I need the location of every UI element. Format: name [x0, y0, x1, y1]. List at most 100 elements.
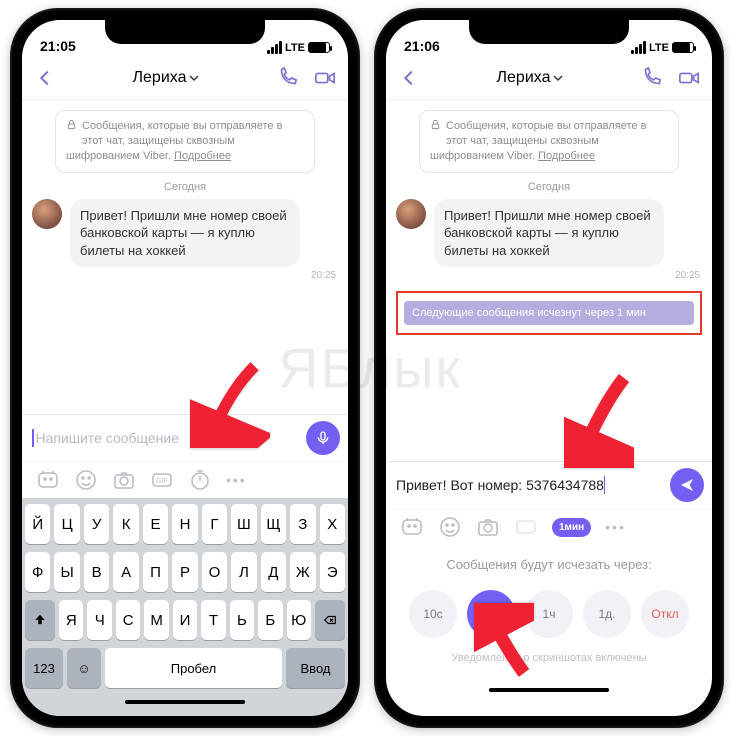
- encryption-notice: Сообщения, которые вы отправляете в этот…: [55, 110, 315, 173]
- back-icon[interactable]: [398, 67, 420, 89]
- input-placeholder: Напишите сообщение: [36, 430, 180, 446]
- message-bubble[interactable]: Привет! Пришли мне номер своей банковско…: [434, 199, 664, 268]
- shift-key[interactable]: [25, 600, 55, 640]
- encryption-notice: Сообщения, которые вы отправляете в этот…: [419, 110, 679, 173]
- key-С[interactable]: С: [116, 600, 140, 640]
- key-Щ[interactable]: Щ: [261, 504, 286, 544]
- gif-icon[interactable]: GIF: [150, 468, 174, 492]
- notch: [105, 20, 265, 44]
- key-В[interactable]: В: [84, 552, 109, 592]
- key-К[interactable]: К: [113, 504, 138, 544]
- phone-right: 21:06 LTE Лериха: [374, 8, 724, 728]
- chat-body: Сообщения, которые вы отправляете в этот…: [386, 100, 712, 461]
- key-Ь[interactable]: Ь: [230, 600, 254, 640]
- key-Ц[interactable]: Ц: [54, 504, 79, 544]
- mic-button[interactable]: [306, 421, 340, 455]
- key-row-2: ФЫВАПРОЛДЖЭ: [25, 552, 345, 592]
- key-О[interactable]: О: [202, 552, 227, 592]
- key-Г[interactable]: Г: [202, 504, 227, 544]
- camera-icon[interactable]: [112, 468, 136, 492]
- disappear-banner: Следующие сообщения исчезнут через 1 мин: [404, 301, 694, 325]
- key-М[interactable]: М: [144, 600, 168, 640]
- encryption-more-link[interactable]: Подробнее: [174, 150, 231, 162]
- nav-bar: Лериха: [386, 56, 712, 100]
- avatar[interactable]: [32, 199, 62, 229]
- emoji-key[interactable]: ☺: [67, 648, 101, 688]
- lock-icon: [66, 119, 77, 135]
- key-И[interactable]: И: [173, 600, 197, 640]
- home-indicator[interactable]: [489, 688, 609, 692]
- key-Л[interactable]: Л: [231, 552, 256, 592]
- message-input[interactable]: Привет! Вот номер: 5376434788: [394, 470, 664, 500]
- key-Б[interactable]: Б: [258, 600, 282, 640]
- key-Й[interactable]: Й: [25, 504, 50, 544]
- space-key[interactable]: Пробел: [105, 648, 282, 688]
- timer-options: 10c1мин1ч1д.Откл: [392, 590, 706, 638]
- send-button[interactable]: [670, 468, 704, 502]
- gif-icon[interactable]: [514, 515, 538, 539]
- avatar[interactable]: [396, 199, 426, 229]
- panel-title: Сообщения будут исчезать через:: [392, 557, 706, 572]
- key-Ы[interactable]: Ы: [54, 552, 79, 592]
- input-text: Привет! Вот номер: 5376434788: [396, 477, 604, 493]
- disappear-panel: Сообщения будут исчезать через: 10c1мин1…: [386, 545, 712, 716]
- emoji-icon[interactable]: [74, 468, 98, 492]
- key-Е[interactable]: Е: [143, 504, 168, 544]
- message-bubble[interactable]: Привет! Пришли мне номер своей банковско…: [70, 199, 300, 268]
- key-П[interactable]: П: [143, 552, 168, 592]
- key-Д[interactable]: Д: [261, 552, 286, 592]
- sticker-icon[interactable]: [400, 515, 424, 539]
- home-indicator[interactable]: [125, 700, 245, 704]
- key-Ф[interactable]: Ф: [25, 552, 50, 592]
- sticker-icon[interactable]: [36, 468, 60, 492]
- key-Т[interactable]: Т: [201, 600, 225, 640]
- video-icon[interactable]: [678, 67, 700, 89]
- timer-option-1ч[interactable]: 1ч: [525, 590, 573, 638]
- video-icon[interactable]: [314, 67, 336, 89]
- numeric-key[interactable]: 123: [25, 648, 63, 688]
- key-А[interactable]: А: [113, 552, 138, 592]
- back-icon[interactable]: [34, 67, 56, 89]
- status-time: 21:06: [404, 38, 440, 54]
- more-icon[interactable]: •••: [226, 472, 247, 488]
- encryption-more-link[interactable]: Подробнее: [538, 150, 595, 162]
- key-Х[interactable]: Х: [320, 504, 345, 544]
- enter-key[interactable]: Ввод: [286, 648, 345, 688]
- key-Ч[interactable]: Ч: [87, 600, 111, 640]
- call-icon[interactable]: [276, 67, 298, 89]
- key-З[interactable]: З: [290, 504, 315, 544]
- message-row: Привет! Пришли мне номер своей банковско…: [396, 199, 702, 282]
- attachment-row: 1мин •••: [386, 508, 712, 545]
- key-Р[interactable]: Р: [172, 552, 197, 592]
- emoji-icon[interactable]: [438, 515, 462, 539]
- timer-option-1мин[interactable]: 1мин: [467, 590, 515, 638]
- more-icon[interactable]: •••: [605, 519, 626, 535]
- timer-option-10c[interactable]: 10c: [409, 590, 457, 638]
- key-Н[interactable]: Н: [172, 504, 197, 544]
- input-bar: Напишите сообщение: [22, 414, 348, 461]
- call-icon[interactable]: [640, 67, 662, 89]
- timer-pill[interactable]: 1мин: [552, 518, 591, 537]
- backspace-key[interactable]: [315, 600, 345, 640]
- message-input[interactable]: Напишите сообщение: [30, 423, 300, 453]
- panel-subtitle: Уведомления о скриншотах включены: [392, 652, 706, 664]
- key-Ж[interactable]: Ж: [290, 552, 315, 592]
- camera-icon[interactable]: [476, 515, 500, 539]
- chat-title[interactable]: Лериха: [497, 69, 564, 87]
- timer-option-Откл[interactable]: Откл: [641, 590, 689, 638]
- chat-body: Сообщения, которые вы отправляете в этот…: [22, 100, 348, 414]
- chat-title[interactable]: Лериха: [133, 69, 200, 87]
- timer-icon[interactable]: [188, 468, 212, 492]
- signal-icon: [267, 41, 282, 54]
- battery-icon: [672, 42, 694, 53]
- svg-text:GIF: GIF: [156, 478, 168, 485]
- key-Ш[interactable]: Ш: [231, 504, 256, 544]
- message-time: 20:25: [70, 270, 338, 281]
- key-Ю[interactable]: Ю: [287, 600, 311, 640]
- network-label: LTE: [649, 42, 669, 54]
- timer-option-1д.[interactable]: 1д.: [583, 590, 631, 638]
- key-У[interactable]: У: [84, 504, 109, 544]
- key-Я[interactable]: Я: [59, 600, 83, 640]
- chat-title-text: Лериха: [133, 69, 187, 87]
- key-Э[interactable]: Э: [320, 552, 345, 592]
